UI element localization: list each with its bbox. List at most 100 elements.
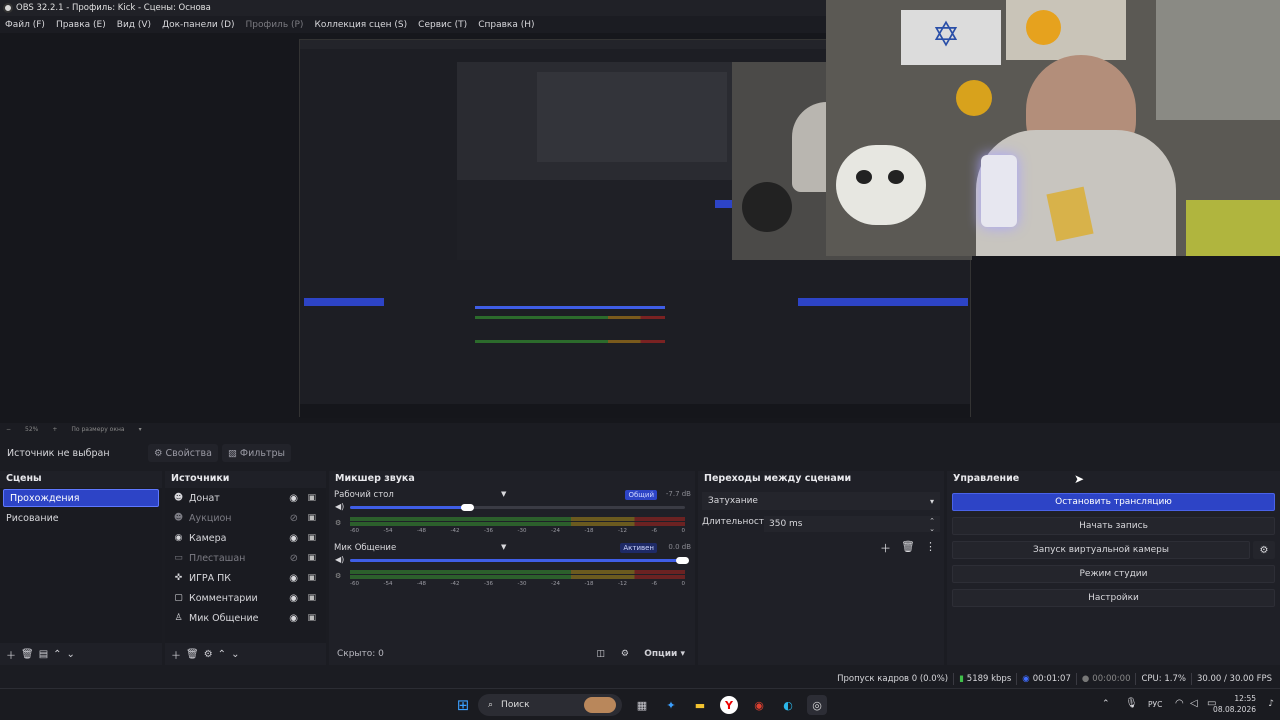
speaker-icon[interactable]: ◀) <box>335 502 344 511</box>
speaker-icon[interactable]: ◀) <box>335 555 344 564</box>
volume-slider-knob[interactable] <box>675 557 689 564</box>
tick-label: -42 <box>450 528 460 534</box>
zoom-in-button[interactable]: + <box>52 426 57 433</box>
trash-icon[interactable]: 🗑 <box>186 649 199 660</box>
eye-icon[interactable]: ◉ <box>289 533 298 544</box>
properties-button[interactable]: ⚙ Свойства <box>148 444 218 462</box>
lock-icon[interactable]: ▣ <box>307 593 316 603</box>
lock-icon[interactable]: ▣ <box>307 513 316 523</box>
wifi-icon[interactable]: ◠ <box>1175 698 1184 709</box>
source-item[interactable]: ▭ Плесташан ⊘ ▣ <box>165 548 326 568</box>
move-up-icon[interactable]: ⌃ <box>218 649 226 660</box>
menu-item[interactable]: Коллекция сцен (S) <box>314 20 407 30</box>
taskbar-clock[interactable]: 12:55 08.08.2026 <box>1213 693 1256 715</box>
language-indicator[interactable]: РУС <box>1148 700 1162 709</box>
chevron-up-icon[interactable]: ⌃ <box>1102 699 1110 709</box>
gear-icon[interactable]: ⚙ <box>1253 541 1275 559</box>
chevron-down-icon[interactable]: ▼ <box>501 543 506 551</box>
volume-icon[interactable]: ◁ <box>1190 698 1198 709</box>
scene-filter-icon[interactable]: ▤ <box>39 649 48 660</box>
mixer-options-button[interactable]: Опции ▾ <box>644 649 685 659</box>
lock-icon[interactable]: ▣ <box>307 493 316 503</box>
menu-item[interactable]: Файл (F) <box>5 20 45 30</box>
calculator-icon[interactable]: ▦ <box>632 695 652 715</box>
zoom-mode-select[interactable]: По размеру окна <box>71 426 124 433</box>
eye-icon[interactable]: ◉ <box>289 493 298 504</box>
stop-stream-button[interactable]: Остановить трансляцию <box>952 493 1275 511</box>
fps: 30.00 / 30.00 FPS <box>1196 674 1272 684</box>
zoom-value: 52% <box>25 425 39 433</box>
filters-button[interactable]: ▧ Фильтры <box>221 444 292 462</box>
add-source-icon[interactable]: ＋ <box>171 647 181 662</box>
tick-label: -24 <box>551 528 560 534</box>
menu-item[interactable]: Правка (E) <box>56 20 106 30</box>
layout-icon[interactable]: ◫ <box>596 649 605 659</box>
virtual-camera-button[interactable]: Запуск виртуальной камеры <box>952 541 1250 559</box>
eye-hidden-icon[interactable]: ⊘ <box>290 553 298 564</box>
volume-slider-knob[interactable] <box>461 504 475 511</box>
tick-label: -36 <box>484 581 493 587</box>
chevron-down-icon[interactable]: ▾ <box>139 426 142 433</box>
tick-label: -30 <box>517 528 527 534</box>
channel-settings-icon[interactable]: ⚙ <box>335 519 341 527</box>
move-down-icon[interactable]: ⌄ <box>231 649 239 660</box>
gear-icon[interactable]: ⚙ <box>204 649 213 660</box>
record-icon: ● <box>1081 674 1090 684</box>
notification-bell-icon[interactable]: ♪ <box>1268 699 1274 709</box>
eye-icon[interactable]: ◉ <box>289 573 298 584</box>
scene-item[interactable]: Рисование <box>0 508 162 528</box>
scene-item[interactable]: Прохождения <box>3 489 159 507</box>
menu-item[interactable]: Профиль (P) <box>246 20 304 30</box>
microphone-icon[interactable]: 🎙 <box>1125 698 1138 709</box>
obs-icon[interactable]: ◎ <box>807 695 827 715</box>
trash-icon[interactable]: 🗑 <box>21 649 34 660</box>
controls-title: Управление <box>953 473 1020 484</box>
advanced-audio-icon[interactable]: ⚙ <box>621 649 629 659</box>
spin-down-icon[interactable]: ⌄ <box>929 521 935 537</box>
preview-canvas[interactable]: ✡ <box>0 0 1280 423</box>
menu-item[interactable]: Док-панели (D) <box>162 20 234 30</box>
move-up-icon[interactable]: ⌃ <box>53 649 61 660</box>
lock-icon[interactable]: ▣ <box>307 553 316 563</box>
folder-icon[interactable]: ▬ <box>690 695 710 715</box>
move-down-icon[interactable]: ⌄ <box>67 649 75 660</box>
source-item[interactable]: ♙ Мик Общение ◉ ▣ <box>165 608 326 628</box>
camera-icon: ◉ <box>174 532 183 543</box>
eye-icon[interactable]: ◉ <box>289 613 298 624</box>
source-item[interactable]: ☻ Донат ◉ ▣ <box>165 488 326 508</box>
add-transition-icon[interactable]: ＋ <box>880 540 891 556</box>
chevron-down-icon[interactable]: ▼ <box>501 490 506 498</box>
start-record-button[interactable]: Начать запись <box>952 517 1275 535</box>
zoom-out-button[interactable]: − <box>6 426 11 433</box>
source-item[interactable]: ✜ ИГРА ПК ◉ ▣ <box>165 568 326 588</box>
menu-item[interactable]: Сервис (T) <box>418 20 467 30</box>
lock-icon[interactable]: ▣ <box>307 613 316 623</box>
taskbar: ⊞ ⌕ Поиск ▦ ✦ ▬ Y ◉ ◐ ◎ ⌃ 🎙 РУС ◠ ◁ ▭ 12… <box>0 688 1280 720</box>
menu-item[interactable]: Справка (H) <box>478 20 534 30</box>
clock-date: 08.08.2026 <box>1213 705 1256 714</box>
transition-select[interactable]: Затухание ▾ <box>702 492 940 510</box>
eye-hidden-icon[interactable]: ⊘ <box>290 513 298 524</box>
studio-mode-button[interactable]: Режим студии <box>952 565 1275 583</box>
source-item[interactable]: ▢ Комментарии ◉ ▣ <box>165 588 326 608</box>
yandex-icon[interactable]: Y <box>720 696 738 714</box>
channel-settings-icon[interactable]: ⚙ <box>335 572 341 580</box>
obs-logo-icon <box>3 3 13 13</box>
duration-spinbox[interactable]: 350 ms ⌃ ⌄ <box>764 516 940 533</box>
edge-icon[interactable]: ◐ <box>778 695 798 715</box>
eye-icon[interactable]: ◉ <box>289 593 298 604</box>
menu-item[interactable]: Вид (V) <box>117 20 151 30</box>
lock-icon[interactable]: ▣ <box>307 573 316 583</box>
add-scene-icon[interactable]: ＋ <box>6 647 16 662</box>
settings-button[interactable]: Настройки <box>952 589 1275 607</box>
more-vertical-icon[interactable]: ⋮ <box>925 540 936 556</box>
source-item[interactable]: ◉ Камера ◉ ▣ <box>165 528 326 548</box>
windows-start-icon[interactable]: ⊞ <box>453 695 473 715</box>
taskbar-search[interactable]: ⌕ Поиск <box>478 694 622 716</box>
copilot-icon[interactable]: ✦ <box>661 695 681 715</box>
source-item[interactable]: ☻ Аукцион ⊘ ▣ <box>165 508 326 528</box>
duration-value: 350 ms <box>769 519 803 529</box>
lock-icon[interactable]: ▣ <box>307 533 316 543</box>
trash-icon[interactable]: 🗑 <box>901 540 915 556</box>
chrome-icon[interactable]: ◉ <box>749 695 769 715</box>
